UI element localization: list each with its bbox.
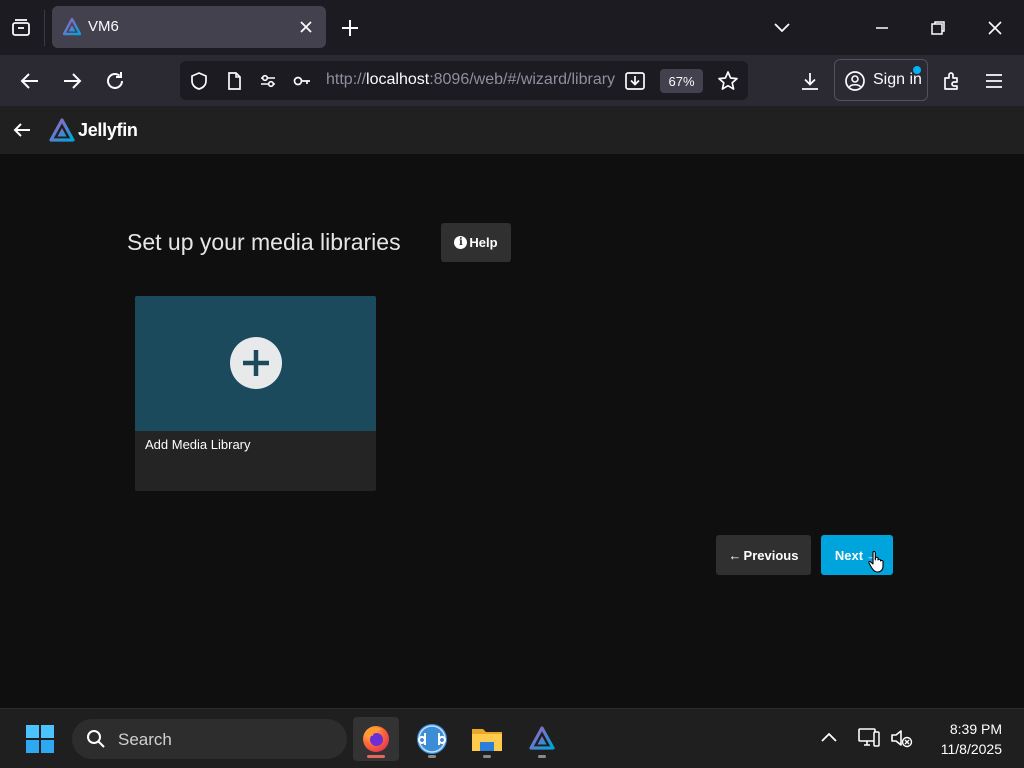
- arrow-left-icon: ←: [728, 547, 742, 563]
- restore-icon[interactable]: [924, 14, 952, 42]
- add-circle-plus-icon[interactable]: [230, 337, 282, 389]
- notification-dot: [913, 66, 921, 74]
- network-monitor-icon[interactable]: [856, 725, 882, 751]
- taskbar-jellyfin[interactable]: [519, 717, 565, 761]
- jellyfin-app-name[interactable]: Jellyfin: [78, 120, 138, 141]
- jellyfin-logo-icon[interactable]: [48, 117, 76, 145]
- downloads-icon[interactable]: [796, 67, 824, 95]
- taskbar-search-box[interactable]: Search: [72, 719, 347, 759]
- sign-in-button[interactable]: Sign in: [834, 59, 928, 101]
- close-window-icon[interactable]: [981, 14, 1009, 42]
- jellyfin-taskbar-icon: [529, 726, 555, 750]
- speaker-muted-icon[interactable]: [888, 725, 914, 751]
- jellyfin-back-arrow-icon[interactable]: [10, 118, 34, 142]
- page-info-icon[interactable]: [224, 71, 244, 91]
- firefox-icon: [363, 726, 389, 752]
- running-indicator: [483, 755, 491, 758]
- bookmark-star-icon[interactable]: [717, 70, 739, 92]
- previous-button[interactable]: ← Previous: [716, 535, 811, 575]
- taskbar-firefox[interactable]: [353, 717, 399, 761]
- help-button[interactable]: i Help: [441, 223, 511, 262]
- shield-icon[interactable]: [189, 71, 209, 91]
- taskbar-file-explorer[interactable]: [464, 717, 510, 761]
- account-icon: [845, 71, 865, 91]
- tab-list-icon[interactable]: [8, 15, 34, 41]
- add-media-library-card[interactable]: Add Media Library: [135, 296, 376, 491]
- permissions-sliders-icon[interactable]: [258, 71, 278, 91]
- tab-vm6[interactable]: VM6: [52, 6, 326, 48]
- next-label: Next: [834, 547, 864, 563]
- close-tab-icon[interactable]: [296, 17, 316, 37]
- jellyfin-favicon-icon: [62, 17, 82, 36]
- tab-title: VM6: [88, 18, 119, 35]
- help-label: Help: [469, 235, 498, 250]
- clock-date: 11/8/2025: [940, 741, 1002, 757]
- key-icon[interactable]: [292, 71, 312, 91]
- info-icon: i: [454, 236, 468, 249]
- previous-label: Previous: [743, 547, 799, 563]
- reload-icon[interactable]: [101, 67, 129, 95]
- extensions-puzzle-icon[interactable]: [938, 67, 966, 95]
- zoom-level-badge[interactable]: 67%: [660, 69, 703, 93]
- minimize-icon[interactable]: [868, 14, 896, 42]
- hamburger-menu-icon[interactable]: [980, 67, 1008, 95]
- running-indicator: [428, 755, 436, 758]
- show-hidden-icons-chevron-icon[interactable]: [816, 725, 842, 751]
- windows-taskbar: Search 8:39 PM 11/8/2025: [0, 708, 1024, 768]
- url-text[interactable]: http://localhost:8096/web/#/wizard/libra…: [326, 71, 616, 93]
- clock-time: 8:39 PM: [949, 721, 1002, 737]
- taskbar-qbittorrent[interactable]: [409, 717, 455, 761]
- browser-tab-strip: VM6: [0, 0, 1024, 55]
- running-indicator: [538, 755, 546, 758]
- browser-nav-bar: http://localhost:8096/web/#/wizard/libra…: [0, 55, 1024, 106]
- search-icon: [87, 730, 105, 748]
- url-bar[interactable]: http://localhost:8096/web/#/wizard/libra…: [180, 61, 748, 100]
- active-indicator: [367, 755, 385, 758]
- folder-icon: [472, 729, 502, 751]
- windows-start-icon[interactable]: [25, 724, 55, 754]
- qbittorrent-icon: [417, 724, 447, 754]
- tab-separator: [44, 10, 45, 46]
- jellyfin-header: Jellyfin: [0, 106, 1024, 154]
- forward-arrow-icon[interactable]: [58, 67, 86, 95]
- install-app-icon[interactable]: [624, 70, 646, 92]
- page-title: Set up your media libraries: [127, 229, 401, 255]
- list-all-tabs-chevron-icon[interactable]: [768, 14, 796, 42]
- card-label: Add Media Library: [145, 437, 251, 452]
- search-label: Search: [118, 730, 172, 749]
- back-arrow-icon[interactable]: [16, 67, 44, 95]
- taskbar-clock[interactable]: 8:39 PM 11/8/2025: [920, 719, 1002, 759]
- new-tab-plus-icon[interactable]: [338, 16, 362, 40]
- hand-pointer-cursor-icon: [868, 550, 884, 573]
- card-image-area[interactable]: [135, 296, 376, 431]
